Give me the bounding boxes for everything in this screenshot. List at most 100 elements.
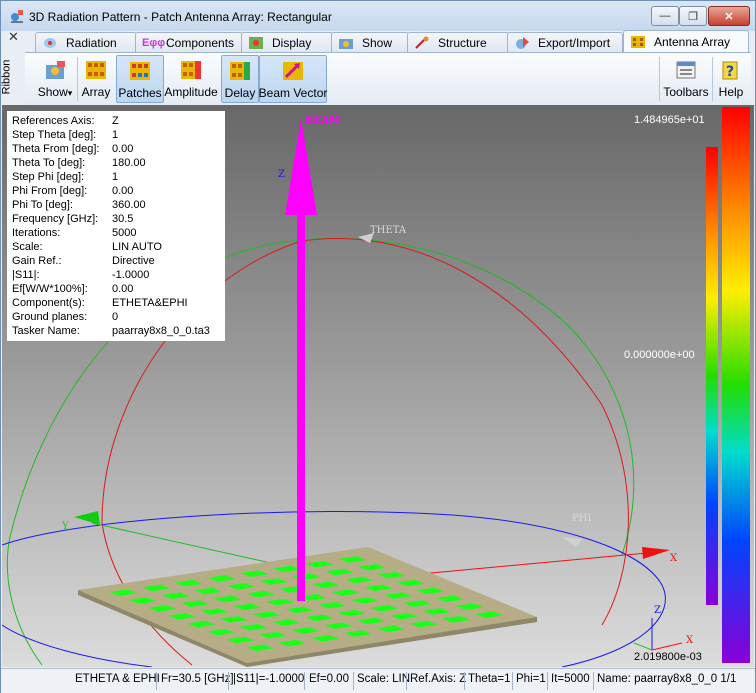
ribbon-toolbar: Show▾ Array Patches Amplitude Delay Beam… [25, 52, 751, 106]
toolbars-button[interactable]: Toolbars [663, 55, 709, 101]
info-key: Theta From [deg]: [12, 143, 100, 155]
antenna-array-icon [631, 35, 645, 48]
status-separator [512, 672, 513, 690]
minimize-button[interactable]: — [651, 6, 679, 26]
status-iterations: It=5000 [551, 673, 590, 685]
amplitude-button-label: Amplitude [164, 85, 218, 99]
patches-icon [130, 62, 150, 80]
info-key: Theta To [deg]: [12, 157, 86, 169]
phi-label: PHI [572, 513, 592, 524]
tab-show[interactable]: Show [331, 32, 409, 52]
ribbon-side-label[interactable]: Ribbon [0, 51, 23, 107]
patches-button[interactable]: Patches [116, 55, 164, 103]
close-button[interactable]: ✕ [708, 6, 750, 26]
green-sphere-arc-lower [6, 536, 43, 666]
tab-radiation[interactable]: Radiation [35, 32, 137, 52]
info-key: Ground planes: [12, 311, 88, 323]
ribbon-label-text: Ribbon [0, 59, 13, 95]
status-s11: |S11|=-1.0000 [233, 673, 305, 685]
status-ref-axis: Ref.Axis: Z [410, 673, 467, 685]
beam-vector-button[interactable]: Beam Vector [259, 55, 327, 103]
beam-arrowhead [285, 119, 317, 215]
info-key: Tasker Name: [12, 325, 80, 337]
show-icon [339, 38, 353, 49]
patches-button-label: Patches [118, 86, 162, 100]
toolbars-icon [676, 61, 696, 79]
show-icon [46, 61, 65, 79]
scale-mid-label: 0.000000e+00 [624, 349, 695, 361]
info-value: 5000 [112, 227, 137, 239]
info-key: Ef[W/W*100%]: [12, 283, 88, 295]
chevron-down-icon: ▾ [67, 88, 73, 98]
beam-shaft [297, 213, 305, 601]
components-icon: Eφφ [142, 36, 166, 49]
status-components: ETHETA & EPHI [75, 673, 160, 685]
help-button-label: Help [718, 85, 744, 99]
amplitude-button[interactable]: Amplitude [164, 55, 218, 101]
toolbar-separator [712, 57, 713, 101]
display-icon [249, 36, 263, 49]
export-import-icon [516, 36, 529, 49]
scale-min-label: 2.019800e-03 [634, 651, 702, 663]
status-theta: Theta=1 [468, 673, 511, 685]
color-scale-frame [722, 107, 750, 663]
main-window: 3D Radiation Pattern - Patch Antenna Arr… [0, 0, 756, 693]
beam-vector-icon [283, 62, 303, 80]
info-key: Step Phi [deg]: [12, 171, 85, 183]
info-value: 0.00 [112, 185, 134, 197]
info-key: Scale: [12, 241, 43, 253]
info-value: 30.5 [112, 213, 134, 225]
status-separator [406, 672, 407, 690]
status-separator [304, 672, 305, 690]
info-value: Directive [112, 255, 155, 267]
status-frequency: Fr=30.5 [GHz] [161, 673, 234, 685]
array-button[interactable]: Array [80, 55, 112, 101]
tab-structure[interactable]: Structure [407, 32, 509, 52]
app-icon [11, 10, 23, 23]
info-value: 0.00 [112, 283, 134, 295]
status-bar: ETHETA & EPHI Fr=30.5 [GHz] |S11|=-1.000… [1, 668, 755, 693]
info-value: LIN AUTO [112, 241, 162, 253]
scale-max-label: 1.484965e+01 [634, 114, 705, 126]
toolbars-button-label: Toolbars [663, 85, 709, 99]
mini-x-axis [651, 642, 683, 651]
info-key: Iterations: [12, 227, 61, 239]
window-title: 3D Radiation Pattern - Patch Antenna Arr… [29, 10, 332, 24]
status-separator [228, 672, 229, 690]
color-scale-bar [706, 147, 718, 605]
tab-export-import[interactable]: Export/Import [507, 32, 623, 52]
array-button-label: Array [81, 85, 111, 99]
x-axis-label: X [670, 553, 678, 564]
info-key: Component(s): [12, 297, 85, 309]
y-axis-arrowhead [74, 511, 100, 525]
info-value: 0.00 [112, 143, 134, 155]
svg-text:?: ? [726, 64, 734, 80]
tab-antenna-array[interactable]: Antenna Array [623, 30, 749, 52]
x-axis-arrowhead [642, 547, 670, 559]
beam-label: BEAM [305, 115, 340, 126]
title-bar[interactable]: 3D Radiation Pattern - Patch Antenna Arr… [1, 1, 755, 31]
mini-z-label: Z [654, 605, 661, 616]
z-axis-label: Z [278, 169, 285, 180]
delay-icon [230, 62, 250, 80]
status-phi: Phi=1 [516, 673, 546, 685]
tab-display[interactable]: Display [241, 32, 333, 52]
tab-components[interactable]: Eφφ Components [135, 32, 243, 52]
ribbon-collapse-icon[interactable]: ✕ [8, 29, 19, 45]
info-value: 1 [112, 171, 119, 183]
info-key: Gain Ref.: [12, 255, 62, 267]
amplitude-icon [181, 61, 201, 79]
y-axis-label: Y [62, 521, 69, 532]
info-key: Frequency [GHz]: [12, 213, 99, 225]
theta-label: THETA [370, 225, 407, 236]
help-button[interactable]: ? Help [715, 55, 747, 101]
beam-vector-button-label: Beam Vector [258, 86, 328, 100]
delay-button[interactable]: Delay [221, 55, 259, 103]
help-icon: ? [722, 61, 738, 80]
structure-icon [415, 36, 429, 49]
toolbar-separator [659, 57, 660, 101]
status-separator [353, 672, 354, 690]
restore-button[interactable]: ❐ [679, 6, 707, 26]
info-value: 1 [112, 129, 119, 141]
show-button[interactable]: Show▾ [35, 55, 75, 101]
